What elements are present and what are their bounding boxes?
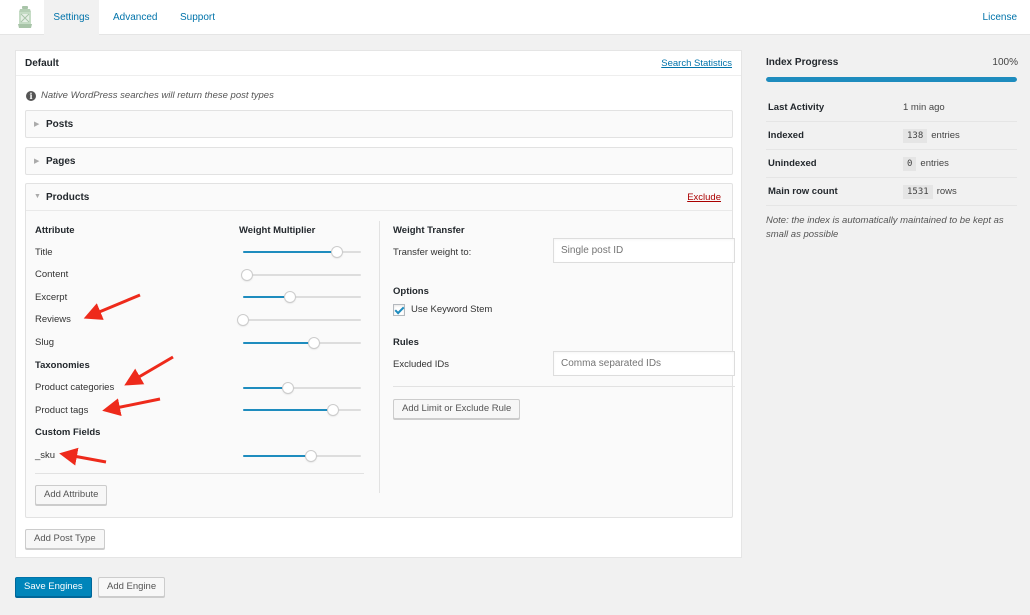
info-icon: i [26,90,36,101]
custom-field-label: _sku [35,450,56,461]
index-progress-percent: 100% [992,57,1018,68]
attribute-label: Excerpt [35,292,68,303]
add-attribute-button[interactable]: Add Attribute [35,485,108,505]
transfer-weight-label: Transfer weight to: [393,247,472,258]
weight-slider-slug[interactable] [243,338,361,348]
top-nav: Settings Advanced Support License [0,0,1030,36]
lantern-logo-icon[interactable] [17,6,33,28]
attribute-label: Content [35,269,69,280]
divider [393,386,735,387]
post-type-products: ▼ Products Exclude Attribute Weight Mult… [25,183,735,518]
add-rule-button[interactable]: Add Limit or Exclude Rule [393,399,521,419]
post-type-header[interactable]: ▼ Products Exclude [26,184,732,210]
info-text: Native WordPress searches will return th… [41,90,274,101]
attributes-column: Attribute Weight Multiplier Title Conten… [35,211,364,517]
exclude-link[interactable]: Exclude [687,192,721,203]
search-statistics-link[interactable]: Search Statistics [661,58,732,69]
progress-fill [766,77,1017,82]
slider-thumb[interactable] [282,383,293,393]
stat-row: Last Activity 1 min ago [766,94,1017,122]
slider-thumb[interactable] [285,292,296,302]
column-divider [379,221,380,493]
license-link[interactable]: License [983,0,1017,35]
stat-key: Last Activity [768,102,825,113]
keyword-stem-label[interactable]: Use Keyword Stem [411,304,492,315]
slider-thumb[interactable] [241,270,252,280]
weight-slider-product-tags[interactable] [243,405,361,415]
custom-fields-header: Custom Fields [35,427,101,438]
save-engines-button[interactable]: Save Engines [15,577,92,597]
stat-unit: rows [936,186,957,197]
stat-unit: entries [920,158,949,169]
weight-slider-product-categories[interactable] [243,383,361,393]
caret-down-icon: ▼ [34,193,41,200]
attribute-label: Slug [35,337,55,348]
stat-unit: entries [931,130,960,141]
stat-value: 1 min ago [903,102,945,113]
tab-settings[interactable]: Settings [44,0,99,36]
weight-slider-content[interactable] [241,270,361,280]
add-post-type-button[interactable]: Add Post Type [25,529,105,549]
tab-support[interactable]: Support [180,0,215,35]
excluded-ids-input[interactable] [553,351,735,376]
stat-key: Indexed [768,130,804,141]
post-type-pages[interactable]: ▶ Pages [25,147,733,175]
taxonomies-header: Taxonomies [35,360,90,371]
engine-panel: Default Search Statistics i Native WordP… [15,50,742,558]
post-type-header[interactable]: ▶ Pages [26,148,732,174]
slider-thumb[interactable] [238,315,248,325]
add-engine-button[interactable]: Add Engine [98,577,166,597]
slider-thumb[interactable] [306,451,317,461]
slider-thumb[interactable] [327,405,338,415]
stat-value: 1531 rows [903,185,957,199]
post-type-header[interactable]: ▶ Posts [26,111,732,137]
stat-code: 0 [903,157,917,171]
weight-multiplier-header: Weight Multiplier [239,225,316,236]
attribute-label: Title [35,247,53,258]
weight-slider-title[interactable] [243,247,361,257]
stat-row: Main row count 1531 rows [766,178,1017,206]
stat-row: Indexed 138 entries [766,122,1017,150]
index-note: Note: the index is automatically maintai… [766,215,1004,240]
info-notice: i Native WordPress searches will return … [26,90,274,101]
index-progress-bar [766,77,1017,82]
stat-row: Unindexed 0 entries [766,150,1017,178]
index-progress-title: Index Progress [766,57,839,68]
caret-right-icon: ▶ [34,158,40,165]
stat-key: Unindexed [768,158,817,169]
post-type-label: Products [46,192,90,203]
engine-header: Default Search Statistics [16,51,741,76]
post-type-posts[interactable]: ▶ Posts [25,110,733,138]
stat-code: 138 [903,129,928,143]
products-settings: Attribute Weight Multiplier Title Conten… [26,210,735,517]
attribute-label: Reviews [35,314,71,325]
stat-key: Main row count [768,186,838,197]
keyword-stem-checkbox[interactable] [393,304,405,316]
taxonomy-label: Product categories [35,382,115,393]
transfer-weight-input[interactable] [553,238,735,263]
post-type-label: Pages [46,156,76,167]
options-column: Weight Transfer Transfer weight to: Opti… [393,211,735,517]
stat-value: 0 entries [903,157,949,171]
weight-transfer-header: Weight Transfer [393,225,465,236]
stat-value-text: 1 min ago [903,102,945,113]
weight-slider-reviews[interactable] [238,315,361,325]
taxonomy-label: Product tags [35,405,89,416]
tab-advanced[interactable]: Advanced [113,0,157,35]
caret-right-icon: ▶ [34,121,40,128]
slider-thumb[interactable] [308,338,319,348]
engine-title: Default [25,58,59,69]
stat-value: 138 entries [903,129,960,143]
excluded-ids-label: Excluded IDs [393,359,449,370]
weight-slider-sku[interactable] [243,451,361,461]
rules-header: Rules [393,337,419,348]
options-header: Options [393,286,429,297]
stat-code: 1531 [903,185,933,199]
index-stats: Last Activity 1 min ago Indexed 138 entri… [766,94,1017,206]
attribute-header: Attribute [35,225,75,236]
post-type-label: Posts [46,119,74,130]
slider-thumb[interactable] [332,247,343,257]
weight-slider-excerpt[interactable] [243,292,361,302]
divider [35,473,364,474]
